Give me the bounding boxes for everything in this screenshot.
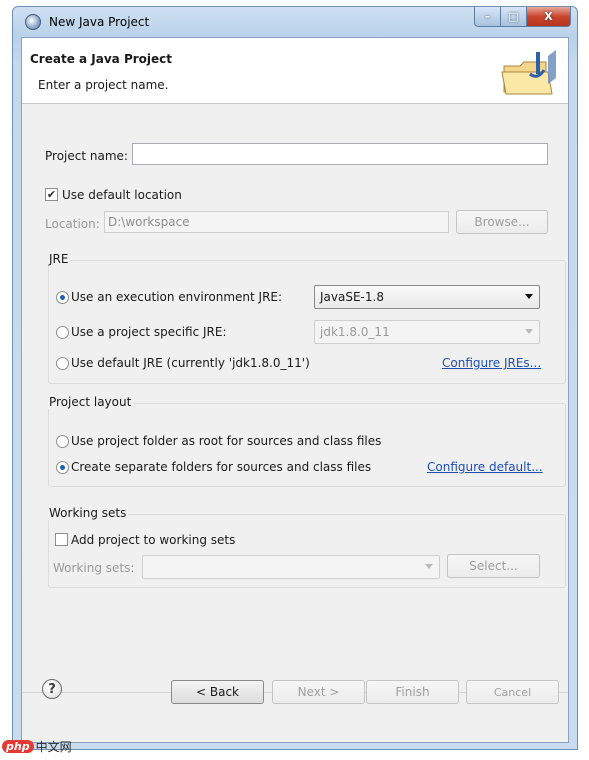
eclipse-icon xyxy=(25,14,41,30)
close-button[interactable]: X xyxy=(527,7,571,27)
chevron-down-icon xyxy=(525,329,533,334)
help-icon[interactable]: ? xyxy=(42,679,62,699)
browse-button[interactable]: Browse... xyxy=(456,210,548,234)
wizard-banner: Create a Java Project Enter a project na… xyxy=(22,38,568,104)
maximize-icon: □ xyxy=(508,10,519,23)
layout-separate-folders-radio[interactable] xyxy=(56,461,69,474)
use-default-location-label: Use default location xyxy=(62,188,182,202)
minimize-icon: – xyxy=(484,10,491,23)
select-working-sets-button[interactable]: Select... xyxy=(447,554,540,578)
jre-project-specific-label: Use a project specific JRE: xyxy=(71,325,227,339)
location-label: Location: xyxy=(45,217,100,231)
use-default-location-checkbox[interactable]: ✔ xyxy=(45,188,58,201)
checkmark-icon: ✔ xyxy=(46,188,57,201)
working-sets-select[interactable] xyxy=(142,555,440,579)
location-input[interactable]: D:\workspace xyxy=(104,211,449,233)
banner-description: Enter a project name. xyxy=(38,78,169,92)
cancel-button[interactable]: Cancel xyxy=(466,680,559,704)
project-jre-value: jdk1.8.0_11 xyxy=(320,325,390,339)
chevron-down-icon xyxy=(425,564,433,569)
java-project-folder-icon xyxy=(501,50,556,95)
jre-project-specific-radio[interactable] xyxy=(56,326,69,339)
execution-env-select[interactable]: JavaSE-1.8 xyxy=(314,285,540,309)
jre-execution-env-radio[interactable] xyxy=(56,291,69,304)
watermark-text: 中文网 xyxy=(35,740,72,754)
jre-default-radio[interactable] xyxy=(56,357,69,370)
working-sets-group-title: Working sets xyxy=(47,506,129,520)
dialog-content: Create a Java Project Enter a project na… xyxy=(21,37,569,743)
finish-button[interactable]: Finish xyxy=(366,680,459,704)
configure-default-link[interactable]: Configure default... xyxy=(427,460,543,474)
banner-title: Create a Java Project xyxy=(30,52,173,66)
layout-root-folder-label: Use project folder as root for sources a… xyxy=(71,434,382,448)
chevron-down-icon xyxy=(525,294,533,299)
close-icon: X xyxy=(544,10,553,23)
next-button[interactable]: Next > xyxy=(272,680,365,704)
jre-default-label: Use default JRE (currently 'jdk1.8.0_11'… xyxy=(71,356,310,370)
project-jre-select[interactable]: jdk1.8.0_11 xyxy=(314,320,540,344)
configure-jres-link[interactable]: Configure JREs... xyxy=(442,356,541,370)
dialog-window: New Java Project – □ X Create a Java Pro… xyxy=(12,6,578,750)
maximize-button[interactable]: □ xyxy=(501,7,527,27)
minimize-button[interactable]: – xyxy=(474,7,501,27)
window-controls: – □ X xyxy=(474,7,571,27)
add-to-working-sets-checkbox[interactable] xyxy=(55,533,68,546)
project-layout-group-title: Project layout xyxy=(47,395,134,409)
layout-root-folder-radio[interactable] xyxy=(56,435,69,448)
project-name-label: Project name: xyxy=(45,149,128,163)
working-sets-label: Working sets: xyxy=(53,561,135,575)
add-to-working-sets-label: Add project to working sets xyxy=(71,533,236,547)
back-button[interactable]: < Back xyxy=(171,680,264,704)
layout-separate-folders-label: Create separate folders for sources and … xyxy=(71,460,372,474)
title-bar[interactable]: New Java Project – □ X xyxy=(13,7,577,37)
php-logo: php xyxy=(2,740,34,753)
site-watermark: php 中文网 xyxy=(2,738,72,755)
execution-env-value: JavaSE-1.8 xyxy=(320,290,384,304)
jre-execution-env-label: Use an execution environment JRE: xyxy=(71,290,283,304)
window-title: New Java Project xyxy=(49,15,150,29)
project-name-input[interactable] xyxy=(132,143,548,165)
jre-group-title: JRE xyxy=(47,252,71,266)
